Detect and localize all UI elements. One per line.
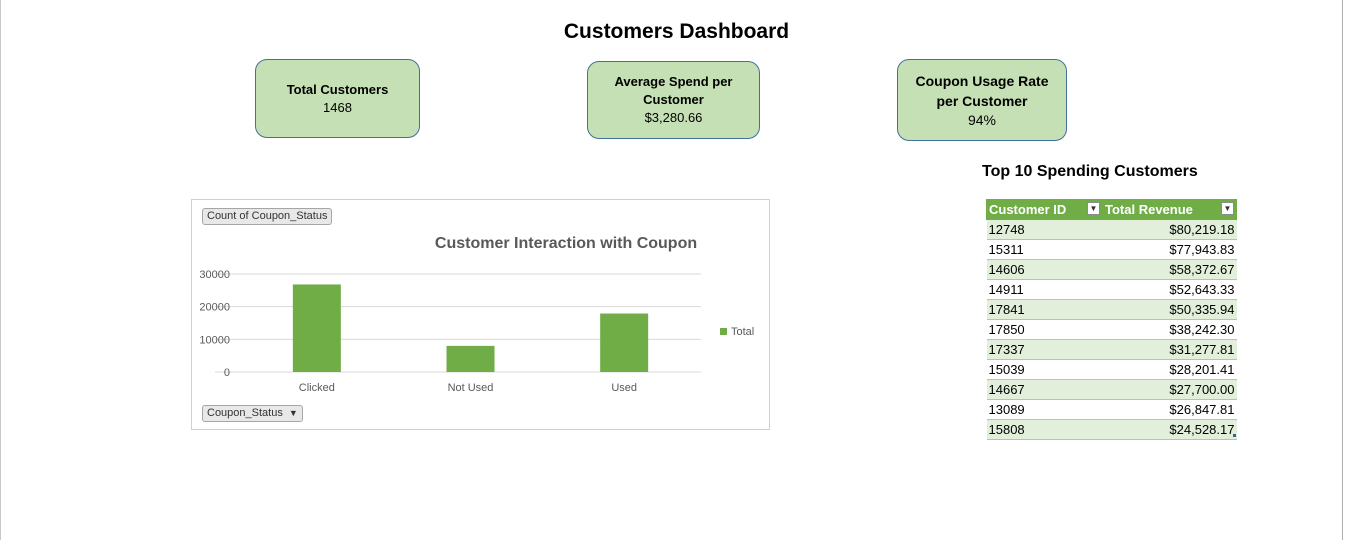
x-tick-label: Used <box>611 382 637 394</box>
kpi-total-customers[interactable]: Total Customers 1468 <box>255 59 420 138</box>
legend-swatch <box>720 328 727 335</box>
axis-field-label: Coupon_Status <box>207 407 283 419</box>
total-revenue-cell[interactable]: $50,335.94 <box>1102 299 1237 320</box>
table-row[interactable]: 14667 $27,700.00 <box>986 379 1237 400</box>
kpi-value: 94% <box>967 112 997 128</box>
total-revenue-cell[interactable]: $28,201.41 <box>1102 359 1237 380</box>
total-revenue-cell[interactable]: $27,700.00 <box>1102 379 1237 400</box>
total-revenue-cell[interactable]: $77,943.83 <box>1102 239 1237 260</box>
sheet-left-edge <box>0 0 1 540</box>
customer-id-cell[interactable]: 15039 <box>986 359 1103 380</box>
table-row[interactable]: 15039 $28,201.41 <box>986 359 1237 380</box>
bar-used <box>600 313 649 372</box>
dropdown-arrow-icon: ▼ <box>288 408 298 418</box>
table-row[interactable]: 15311 $77,943.83 <box>986 239 1237 260</box>
table-row[interactable]: 17850 $38,242.30 <box>986 319 1237 340</box>
x-tick-label: Not Used <box>448 382 494 394</box>
table-row[interactable]: 15808 $24,528.17 <box>986 419 1237 440</box>
kpi-average-spend[interactable]: Average Spend per Customer $3,280.66 <box>587 61 760 139</box>
kpi-label-line1: Coupon Usage Rate <box>915 73 1049 89</box>
table-row[interactable]: 17337 $31,277.81 <box>986 339 1237 360</box>
kpi-value: 1468 <box>323 99 352 115</box>
dashboard-title: Customers Dashboard <box>563 20 790 43</box>
x-tick-label: Clicked <box>299 382 335 394</box>
y-tick-label: 10000 <box>199 334 230 346</box>
customer-id-cell[interactable]: 14667 <box>986 379 1103 400</box>
kpi-label-line1: Average Spend per <box>614 74 733 89</box>
kpi-coupon-usage-rate[interactable]: Coupon Usage Rate per Customer 94% <box>897 59 1067 141</box>
total-revenue-cell[interactable]: $38,242.30 <box>1102 319 1237 340</box>
column-header-total-revenue[interactable]: Total Revenue ▼ <box>1102 199 1237 220</box>
y-tick-label: 20000 <box>199 302 230 314</box>
y-tick-label: 0 <box>224 367 230 379</box>
customer-id-cell[interactable]: 15311 <box>986 239 1103 260</box>
table-resize-handle[interactable] <box>1233 434 1236 437</box>
bar-chart-plot: Customer Interaction with Coupon 0 10000 20… <box>199 235 754 394</box>
table-row[interactable]: 12748 $80,219.18 <box>986 219 1237 240</box>
legend-label: Total <box>731 326 754 338</box>
kpi-label-line2: Customer <box>643 92 704 107</box>
customer-id-cell[interactable]: 14911 <box>986 279 1103 300</box>
table-row[interactable]: 17841 $50,335.94 <box>986 299 1237 320</box>
column-header-customer-id[interactable]: Customer ID ▼ <box>986 199 1103 220</box>
customer-id-cell[interactable]: 17850 <box>986 319 1103 340</box>
total-revenue-cell[interactable]: $24,528.17 <box>1102 419 1237 440</box>
customer-id-cell[interactable]: 13089 <box>986 399 1103 420</box>
filter-dropdown-icon[interactable]: ▼ <box>1221 202 1234 215</box>
top-customers-table[interactable]: Customer ID ▼ Total Revenue ▼ 12748 $80,2… <box>986 199 1237 440</box>
customer-id-cell[interactable]: 12748 <box>986 219 1103 240</box>
filter-dropdown-icon[interactable]: ▼ <box>1087 202 1100 215</box>
table-header-row: Customer ID ▼ Total Revenue ▼ <box>986 199 1237 220</box>
bar-not-used <box>446 345 495 372</box>
sheet-right-edge <box>1342 0 1343 540</box>
total-revenue-cell[interactable]: $52,643.33 <box>1102 279 1237 300</box>
total-revenue-cell[interactable]: $31,277.81 <box>1102 339 1237 360</box>
chart-title: Customer Interaction with Coupon <box>435 235 697 252</box>
top-customers-title: Top 10 Spending Customers <box>982 163 1198 180</box>
table-row[interactable]: 14911 $52,643.33 <box>986 279 1237 300</box>
bar-clicked <box>292 284 341 372</box>
total-revenue-cell[interactable]: $26,847.81 <box>1102 399 1237 420</box>
customer-id-cell[interactable]: 17841 <box>986 299 1103 320</box>
coupon-chart[interactable]: Count of Coupon_Status Customer Interact… <box>191 199 770 430</box>
y-tick-label: 30000 <box>199 269 230 281</box>
total-revenue-cell[interactable]: $80,219.18 <box>1102 219 1237 240</box>
customer-id-cell[interactable]: 17337 <box>986 339 1103 360</box>
total-revenue-cell[interactable]: $58,372.67 <box>1102 259 1237 280</box>
customer-id-cell[interactable]: 15808 <box>986 419 1103 440</box>
kpi-value: $3,280.66 <box>644 110 703 125</box>
table-row[interactable]: 14606 $58,372.67 <box>986 259 1237 280</box>
customer-id-cell[interactable]: 14606 <box>986 259 1103 280</box>
table-row[interactable]: 13089 $26,847.81 <box>986 399 1237 420</box>
kpi-label: Total Customers <box>286 81 389 97</box>
kpi-label-line2: per Customer <box>936 93 1028 109</box>
axis-field-button[interactable]: Coupon_Status ▼ <box>202 405 303 422</box>
